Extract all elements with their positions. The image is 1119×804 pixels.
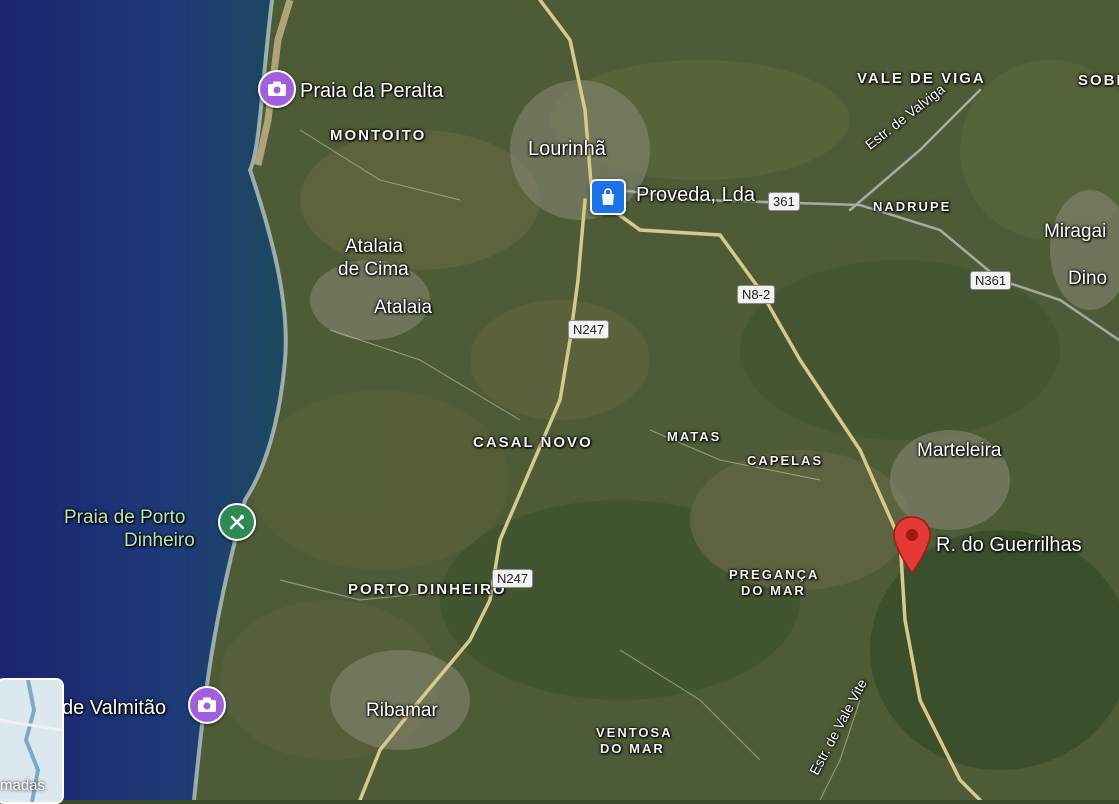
beach-tools-icon: [229, 514, 245, 530]
poi-praia-porto-dinheiro-line1[interactable]: Praia de Porto: [64, 507, 185, 529]
road-badge-361: 361: [768, 192, 800, 211]
poi-guerrilhas[interactable]: R. do Guerrilhas: [936, 534, 1082, 557]
poi-proveda[interactable]: Proveda, Lda: [636, 184, 755, 207]
place-lourinha[interactable]: Lourinhã: [528, 138, 606, 161]
place-preganca-line2: DO MAR: [741, 583, 806, 598]
camera-icon: [268, 81, 286, 96]
photo-pin-praia-peralta[interactable]: [258, 70, 296, 108]
place-dino[interactable]: Dino: [1068, 268, 1107, 290]
shop-pin-proveda[interactable]: [590, 179, 626, 215]
place-capelas: CAPELAS: [747, 453, 824, 468]
place-marteleira[interactable]: Marteleira: [917, 440, 1001, 462]
layer-toggle-label: madas: [0, 777, 46, 794]
location-pin-icon[interactable]: [890, 515, 934, 575]
layer-toggle-thumbnail[interactable]: madas: [0, 678, 64, 804]
poi-praia-peralta[interactable]: Praia da Peralta: [300, 80, 443, 103]
place-atalaia-de-cima-line1[interactable]: Atalaia: [345, 236, 403, 258]
place-porto-dinheiro: PORTO DINHEIRO: [348, 581, 507, 598]
poi-praia-porto-dinheiro-line2[interactable]: Dinheiro: [124, 530, 195, 552]
place-ventosa-line2: DO MAR: [600, 741, 665, 756]
place-ventosa-line1: VENTOSA: [596, 725, 673, 740]
place-sobr: SOBR: [1078, 72, 1119, 89]
shopping-bag-icon: [602, 188, 614, 205]
camera-icon: [198, 697, 216, 712]
park-pin-praia-porto-dinheiro[interactable]: [218, 503, 256, 541]
place-matas: MATAS: [667, 429, 722, 444]
road-badge-n247-south: N247: [492, 569, 534, 588]
road-badge-n361: N361: [970, 271, 1012, 290]
place-preganca-line1: PREGANÇA: [729, 567, 820, 582]
place-nadrupe: NADRUPE: [873, 199, 952, 214]
road-badge-n8-2: N8-2: [737, 285, 776, 304]
place-vale-de-viga: VALE DE VIGA: [857, 70, 986, 87]
place-atalaia[interactable]: Atalaia: [374, 297, 432, 319]
road-badge-n247-north: N247: [568, 320, 610, 339]
poi-valmitao[interactable]: de Valmitão: [62, 697, 166, 720]
place-atalaia-de-cima-line2[interactable]: de Cima: [338, 259, 409, 281]
place-miragai[interactable]: Miragai: [1044, 221, 1106, 243]
photo-pin-valmitao[interactable]: [188, 686, 226, 724]
place-ribamar[interactable]: Ribamar: [366, 700, 438, 722]
place-montoito: MONTOITO: [330, 127, 427, 144]
place-casal-novo: CASAL NOVO: [473, 434, 593, 451]
satellite-map[interactable]: [0, 0, 1119, 800]
